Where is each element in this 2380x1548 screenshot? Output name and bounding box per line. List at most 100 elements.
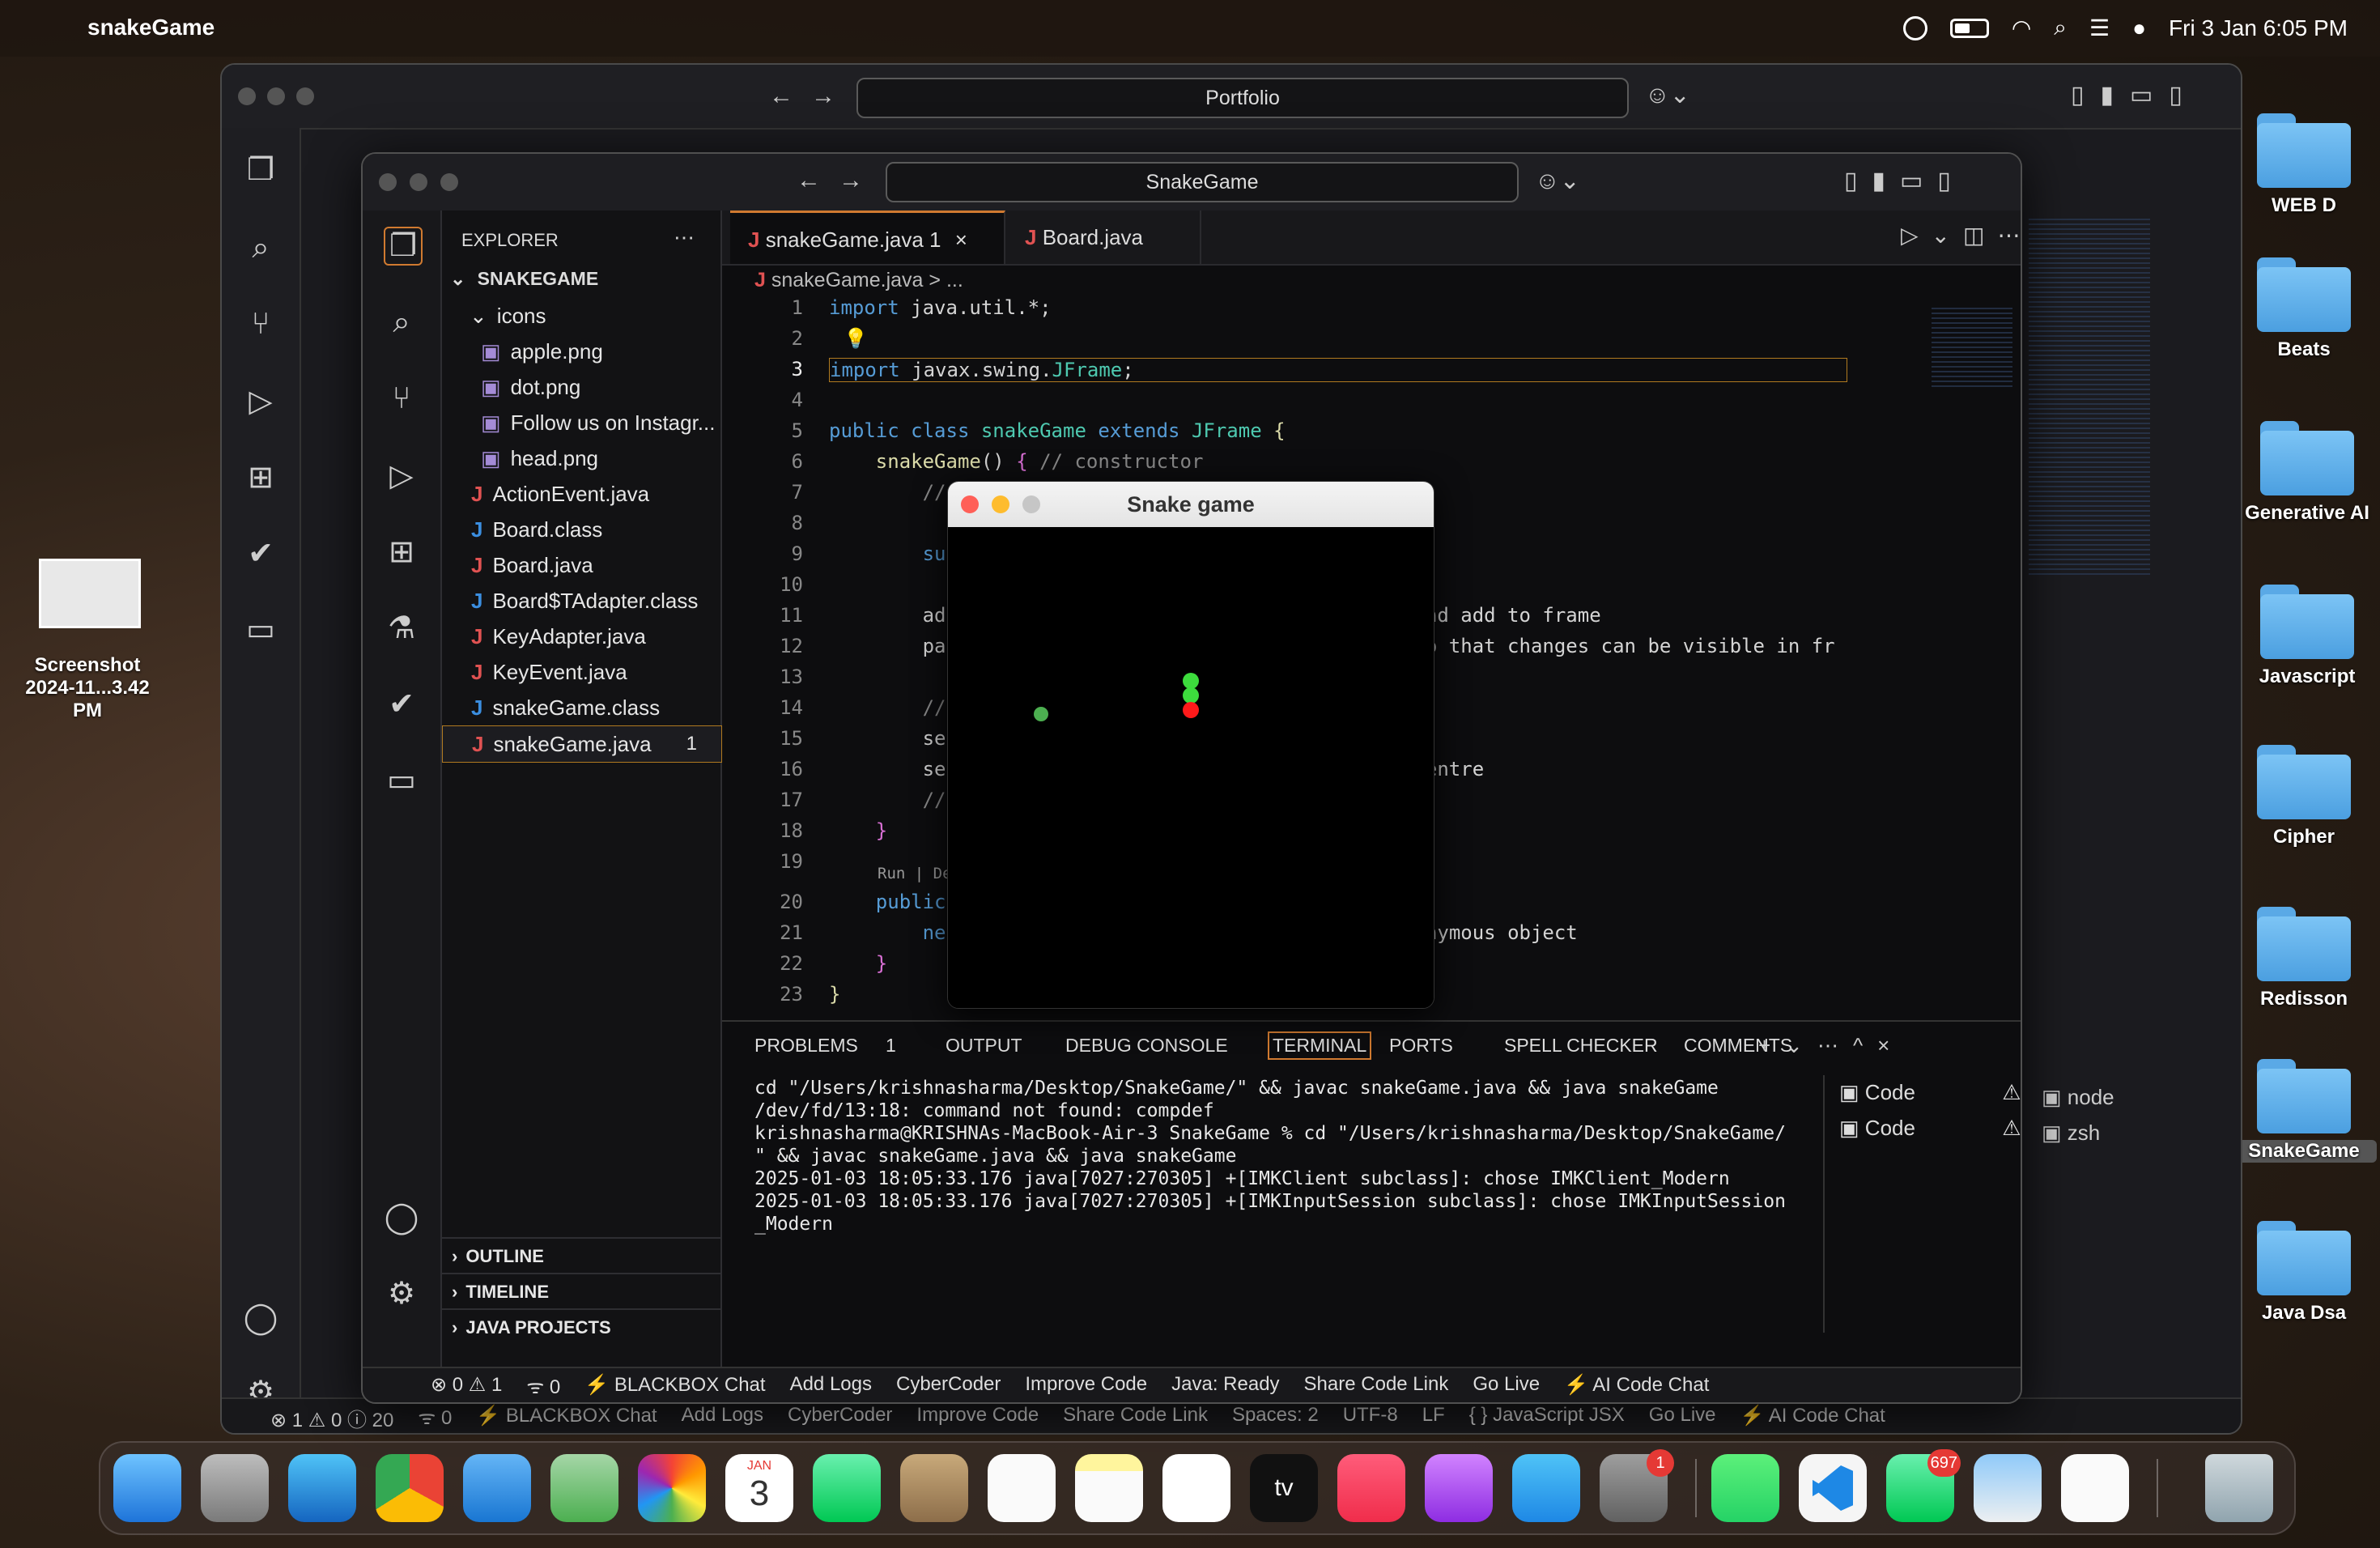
- status-item[interactable]: ⚡ AI Code Chat: [1564, 1373, 1709, 1400]
- back-arrow-icon[interactable]: ←: [769, 83, 793, 110]
- status-item[interactable]: LF: [1422, 1404, 1445, 1432]
- contacts-icon[interactable]: [900, 1454, 968, 1522]
- panel-tab[interactable]: SPELL CHECKER: [1504, 1035, 1658, 1057]
- check-icon[interactable]: ✔: [384, 687, 419, 722]
- close-tab-icon[interactable]: ×: [955, 228, 967, 252]
- search-icon[interactable]: ⌕: [2054, 15, 2067, 41]
- forward-arrow-icon[interactable]: →: [839, 167, 863, 194]
- facetime-icon[interactable]: [813, 1454, 881, 1522]
- lightbulb-icon[interactable]: 💡: [844, 327, 868, 350]
- terminal-item-code-1[interactable]: ▣ Code ⚠: [1839, 1080, 2021, 1105]
- status-item[interactable]: CyberCoder: [788, 1404, 892, 1432]
- app-store-icon[interactable]: [1512, 1454, 1580, 1522]
- status-item[interactable]: ⊗ 0 ⚠ 1: [431, 1373, 502, 1400]
- status-item[interactable]: Share Code Link: [1304, 1373, 1449, 1400]
- run-debug-icon[interactable]: ▷: [384, 458, 419, 494]
- status-item[interactable]: Share Code Link: [1063, 1404, 1208, 1432]
- tab-board-java[interactable]: J Board.java: [1007, 211, 1201, 264]
- status-item[interactable]: Go Live: [1649, 1404, 1716, 1432]
- explorer-icon[interactable]: ❐: [243, 152, 278, 188]
- folder-root-snakegame[interactable]: ⌄ SNAKEGAME: [442, 262, 720, 295]
- tree-item[interactable]: J KeyAdapter.java: [442, 619, 720, 654]
- chrome-icon[interactable]: [376, 1454, 444, 1522]
- tree-item[interactable]: ▣ Follow us on Instagr...: [442, 405, 720, 440]
- testing-flask-icon[interactable]: ⚗: [384, 610, 419, 646]
- search-icon[interactable]: ⌕: [384, 304, 419, 340]
- status-item[interactable]: Improve Code: [1025, 1373, 1147, 1400]
- zoom-button[interactable]: [1022, 495, 1040, 513]
- zoom-button[interactable]: [296, 87, 314, 105]
- section-outline[interactable]: › OUTLINE: [442, 1237, 720, 1274]
- editor-actions[interactable]: ▷⌄◫⋯: [1901, 222, 2021, 249]
- terminal-item-node[interactable]: ▣ node: [2042, 1085, 2114, 1110]
- desktop-folder-2[interactable]: Generative AI: [2234, 421, 2380, 525]
- podcasts-icon[interactable]: [1425, 1454, 1493, 1522]
- status-item[interactable]: ⚡ BLACKBOX Chat: [584, 1373, 765, 1400]
- tree-item[interactable]: ▣ apple.png: [442, 334, 720, 369]
- panel-actions[interactable]: +⌄⋯^×: [1758, 1033, 1904, 1058]
- finder-icon[interactable]: [113, 1454, 181, 1522]
- game-board[interactable]: [948, 527, 1434, 1008]
- back-arrow-icon[interactable]: ←: [797, 167, 821, 194]
- copilot-icon[interactable]: ☺⌄: [1535, 167, 1580, 195]
- status-item[interactable]: Go Live: [1473, 1373, 1540, 1400]
- account-icon[interactable]: ◯: [243, 1300, 278, 1336]
- apple-tv-icon[interactable]: tv: [1250, 1454, 1318, 1522]
- account-icon[interactable]: ◯: [384, 1200, 419, 1235]
- desktop-folder-1[interactable]: Beats: [2231, 257, 2377, 361]
- status-item[interactable]: ⚡ AI Code Chat: [1740, 1404, 1885, 1432]
- java-duke-icon[interactable]: [2061, 1454, 2129, 1522]
- section-java-projects[interactable]: › JAVA PROJECTS: [442, 1308, 720, 1346]
- screenshot-label[interactable]: Screenshot 2024-11...3.42 PM: [15, 654, 160, 722]
- freeform-icon[interactable]: [1162, 1454, 1230, 1522]
- status-item[interactable]: ⊗ 1 ⚠ 0 ⓘ 20: [270, 1404, 393, 1432]
- zoom-button[interactable]: [440, 173, 458, 191]
- tree-item[interactable]: ▣ head.png: [442, 440, 720, 476]
- status-item[interactable]: { } JavaScript JSX: [1469, 1404, 1625, 1432]
- panel-tab[interactable]: PORTS: [1389, 1035, 1453, 1057]
- panel-tab[interactable]: OUTPUT: [946, 1035, 1022, 1057]
- status-item[interactable]: UTF-8: [1343, 1404, 1398, 1432]
- status-item[interactable]: ⚡ BLACKBOX Chat: [476, 1404, 657, 1432]
- screenshot-thumbnail[interactable]: [39, 559, 141, 628]
- wifi-icon[interactable]: ◠: [2012, 15, 2031, 41]
- extensions-icon[interactable]: ⊞: [384, 534, 419, 570]
- siri-icon[interactable]: ●: [2132, 15, 2146, 41]
- minimize-button[interactable]: [410, 173, 427, 191]
- vscode-icon[interactable]: [1799, 1454, 1867, 1522]
- tree-item[interactable]: J KeyEvent.java: [442, 654, 720, 690]
- terminal-output[interactable]: cd "/Users/krishnasharma/Desktop/SnakeGa…: [754, 1077, 1855, 1235]
- whatsapp-icon[interactable]: [1711, 1454, 1779, 1522]
- forward-arrow-icon[interactable]: →: [811, 83, 835, 110]
- tree-item[interactable]: ▣ dot.png: [442, 369, 720, 405]
- calendar-icon[interactable]: JAN 3: [725, 1454, 793, 1522]
- more-actions-icon[interactable]: ⋯: [674, 225, 695, 250]
- command-center-search[interactable]: Portfolio: [856, 78, 1629, 118]
- battery-icon[interactable]: [1949, 18, 1989, 38]
- chat-icon[interactable]: ▭: [384, 763, 419, 798]
- desktop-folder-6[interactable]: SnakeGame: [2231, 1059, 2377, 1163]
- minimize-button[interactable]: [992, 495, 1009, 513]
- check-icon[interactable]: ✔: [243, 536, 278, 572]
- maps-icon[interactable]: [550, 1454, 618, 1522]
- control-center-icon[interactable]: ☰: [2089, 15, 2110, 41]
- tree-item[interactable]: ⌄ icons: [442, 298, 720, 334]
- desktop-folder-4[interactable]: Cipher: [2231, 745, 2377, 848]
- photos-icon[interactable]: [638, 1454, 706, 1522]
- terminal-item-zsh[interactable]: ▣ zsh: [2042, 1121, 2100, 1146]
- tree-item[interactable]: J ActionEvent.java: [442, 476, 720, 512]
- tree-item[interactable]: JsnakeGame.java 1: [442, 725, 722, 763]
- status-item[interactable]: CyberCoder: [896, 1373, 1001, 1400]
- command-center-search[interactable]: SnakeGame: [886, 162, 1519, 202]
- messages-icon[interactable]: 697: [1886, 1449, 1961, 1522]
- section-timeline[interactable]: › TIMELINE: [442, 1273, 720, 1310]
- panel-tab[interactable]: TERMINAL: [1268, 1031, 1372, 1060]
- close-button[interactable]: [961, 495, 979, 513]
- desktop-folder-0[interactable]: WEB D: [2231, 113, 2377, 217]
- source-control-icon[interactable]: ⑂: [243, 306, 278, 342]
- system-settings-icon[interactable]: 1: [1600, 1449, 1674, 1522]
- status-item[interactable]: ᯤ 0: [526, 1373, 560, 1400]
- tree-item[interactable]: J Board.java: [442, 547, 720, 583]
- panel-tab[interactable]: PROBLEMS: [754, 1035, 858, 1057]
- preview-icon[interactable]: [1974, 1454, 2042, 1522]
